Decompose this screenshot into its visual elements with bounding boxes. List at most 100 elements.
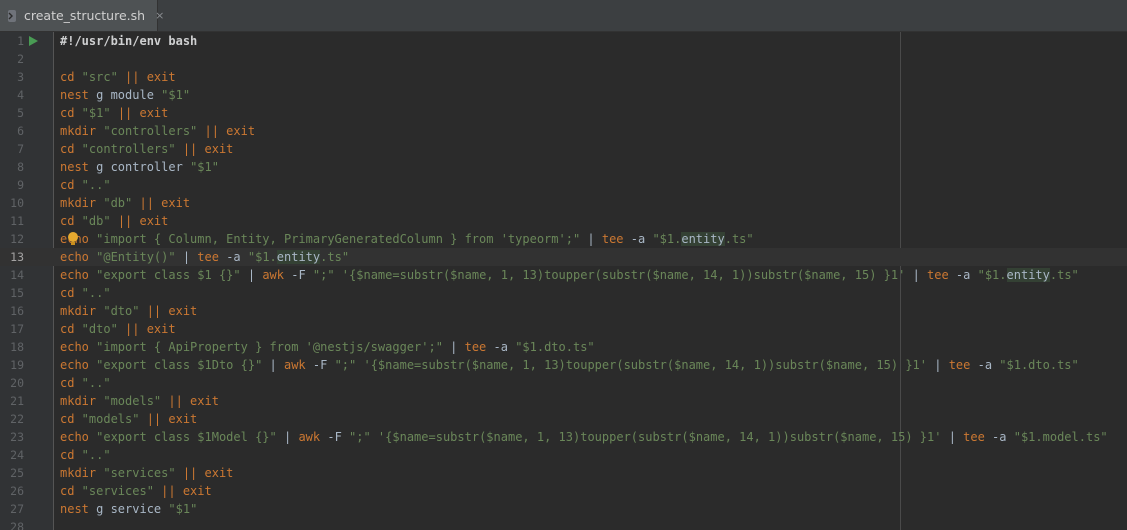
code-line[interactable]: 6 mkdir "controllers" || exit	[0, 122, 1127, 140]
code-line[interactable]: 19 echo "export class $1Dto {}" | awk -F …	[0, 356, 1127, 374]
code-line[interactable]: 3 cd "src" || exit	[0, 68, 1127, 86]
code-text: mkdir "db" || exit	[60, 194, 190, 212]
code-token: ".."	[74, 376, 111, 390]
code-token: mkdir	[60, 124, 97, 138]
tab-create-structure-sh[interactable]: create_structure.sh ×	[0, 0, 164, 31]
code-token: echo	[60, 340, 89, 354]
line-number: 3	[17, 70, 24, 84]
code-token: cd	[60, 484, 75, 498]
run-icon[interactable]	[29, 36, 38, 46]
line-number: 7	[17, 142, 24, 156]
line-number: 1	[17, 34, 24, 48]
line-number: 19	[10, 358, 24, 372]
code-line[interactable]: 23 echo "export class $1Model {}" | awk -…	[0, 428, 1127, 446]
code-token: "$1"	[168, 502, 198, 516]
code-line[interactable]: 13 echo "@Entity()" | tee -a "$1.entity.t…	[0, 248, 1127, 266]
line-number: 15	[10, 286, 24, 300]
code-token: |	[587, 232, 602, 246]
code-line[interactable]: 20 cd ".."	[0, 374, 1127, 392]
code-line[interactable]: 25 mkdir "services" || exit	[0, 464, 1127, 482]
code-line[interactable]: 8 nest g controller "$1"	[0, 158, 1127, 176]
code-token: echo	[60, 358, 89, 372]
code-text: cd "models" || exit	[60, 410, 197, 428]
code-line[interactable]: 5 cd "$1" || exit	[0, 104, 1127, 122]
code-line[interactable]: 4 nest g module "$1"	[0, 86, 1127, 104]
code-token: nest	[60, 160, 89, 174]
code-token: -F	[284, 268, 313, 282]
code-token: |	[450, 340, 465, 354]
search-match-highlight: entity	[681, 232, 725, 246]
code-token: awk	[298, 430, 321, 444]
code-token: cd	[60, 412, 75, 426]
code-token: cd	[60, 178, 75, 192]
code-token: |	[948, 430, 964, 444]
code-line[interactable]: 10 mkdir "db" || exit	[0, 194, 1127, 212]
line-number: 6	[17, 124, 24, 138]
code-token: ";" '{$name=substr($name, 1, 13)toupper(…	[334, 358, 935, 372]
code-token: || exit	[204, 124, 256, 138]
line-number: 2	[17, 52, 24, 66]
code-line[interactable]: 15 cd ".."	[0, 284, 1127, 302]
code-token: "dto"	[96, 304, 147, 318]
code-line[interactable]: 24 cd ".."	[0, 446, 1127, 464]
code-text: nest g controller "$1"	[60, 158, 219, 176]
code-line[interactable]: 21 mkdir "models" || exit	[0, 392, 1127, 410]
code-token: "$1"	[190, 160, 219, 174]
code-line[interactable]: 7 cd "controllers" || exit	[0, 140, 1127, 158]
code-token: ";" '{$name=substr($name, 1, 13)toupper(…	[312, 268, 913, 282]
code-token: nest	[60, 502, 89, 516]
close-icon[interactable]: ×	[155, 9, 164, 22]
line-number: 18	[10, 340, 24, 354]
code-token: "export class $1Dto {}"	[88, 358, 270, 372]
code-line[interactable]: 11 cd "db" || exit	[0, 212, 1127, 230]
code-text: nest g module "$1"	[60, 86, 190, 104]
line-number: 13	[10, 250, 24, 264]
code-token: || exit	[182, 466, 234, 480]
code-token: "dto"	[74, 322, 126, 336]
line-number: 10	[10, 196, 24, 210]
code-line[interactable]: 28	[0, 518, 1127, 530]
code-token: cd	[60, 106, 75, 120]
code-token: "services"	[96, 466, 183, 480]
code-line[interactable]: 9 cd ".."	[0, 176, 1127, 194]
code-token: tee	[963, 430, 985, 444]
code-token: -a	[623, 232, 653, 246]
code-token: "services"	[74, 484, 162, 498]
code-text: cd ".."	[60, 176, 111, 194]
code-line[interactable]: 2	[0, 50, 1127, 68]
code-token: || exit	[117, 214, 169, 228]
code-token: cd	[60, 142, 75, 156]
code-token: -a	[486, 340, 516, 354]
code-line[interactable]: 22 cd "models" || exit	[0, 410, 1127, 428]
code-line[interactable]: 14 echo "export class $1 {}" | awk -F ";"…	[0, 266, 1127, 284]
code-text: #!/usr/bin/env bash	[60, 32, 197, 50]
code-token: "models"	[74, 412, 147, 426]
code-line[interactable]: 12 echo "import { Column, Entity, Primary…	[0, 230, 1127, 248]
code-line[interactable]: 1 #!/usr/bin/env bash	[0, 32, 1127, 50]
code-text: nest g service "$1"	[60, 500, 197, 518]
code-line[interactable]: 18 echo "import { ApiProperty } from '@ne…	[0, 338, 1127, 356]
code-token: echo	[60, 250, 89, 264]
code-token: -a	[970, 358, 1000, 372]
code-token: -a	[948, 268, 978, 282]
code-editor[interactable]: 1 #!/usr/bin/env bash 2 3 cd "src" || exit 4 n…	[0, 32, 1127, 530]
code-token: || exit	[125, 322, 176, 336]
code-token: mkdir	[60, 304, 97, 318]
lightbulb-icon[interactable]	[68, 232, 78, 245]
line-number: 14	[10, 268, 24, 282]
code-line[interactable]: 26 cd "services" || exit	[0, 482, 1127, 500]
code-token: "$1.	[247, 250, 277, 264]
code-line[interactable]: 17 cd "dto" || exit	[0, 320, 1127, 338]
code-token: cd	[60, 214, 75, 228]
code-text: mkdir "dto" || exit	[60, 302, 197, 320]
search-match-highlight: entity	[1006, 268, 1050, 282]
line-number: 12	[10, 232, 24, 246]
code-line[interactable]: 27 nest g service "$1"	[0, 500, 1127, 518]
code-text: echo "@Entity()" | tee -a "$1.entity.ts"	[60, 248, 349, 266]
line-number: 16	[10, 304, 24, 318]
code-token: cd	[60, 376, 75, 390]
line-number: 22	[10, 412, 24, 426]
code-line[interactable]: 16 mkdir "dto" || exit	[0, 302, 1127, 320]
code-token: cd	[60, 322, 75, 336]
code-token: mkdir	[60, 196, 97, 210]
